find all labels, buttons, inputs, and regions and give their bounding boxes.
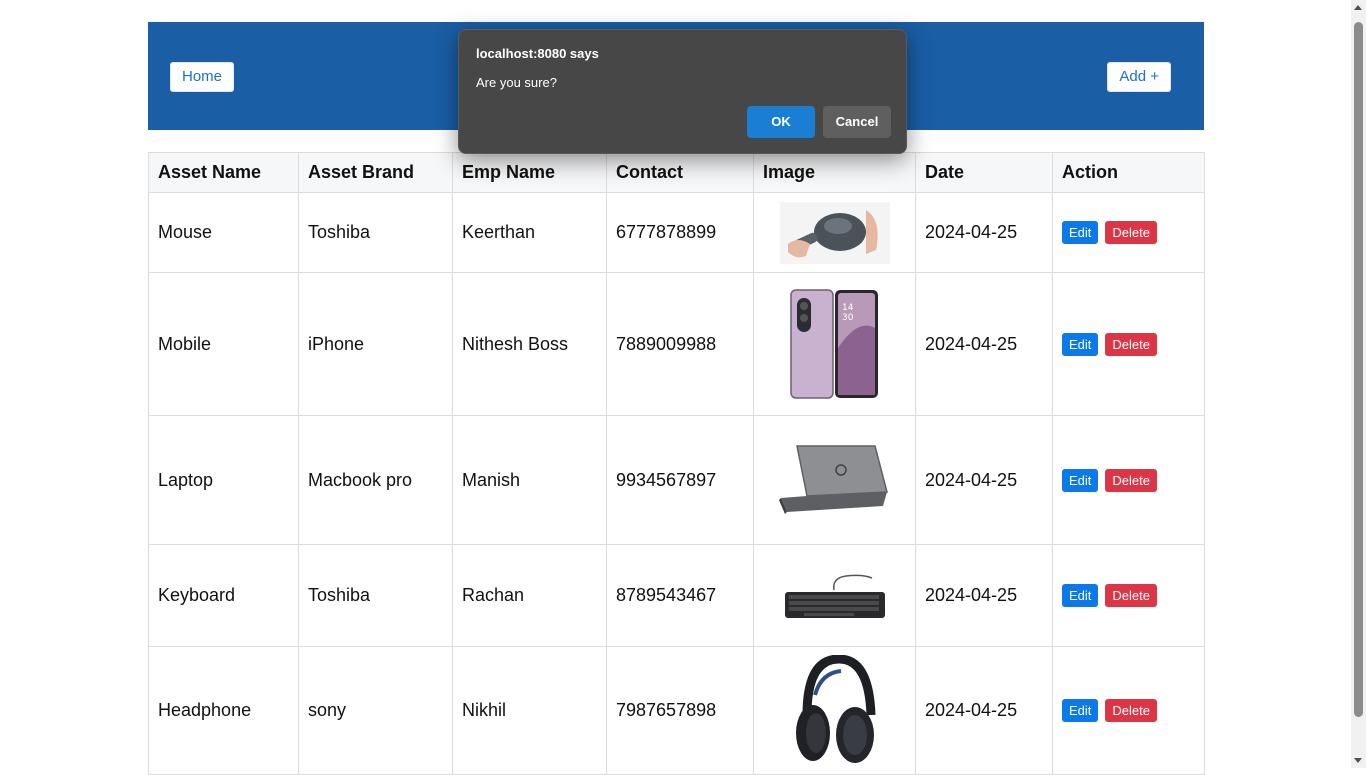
edit-button[interactable]: Edit [1062,221,1099,244]
home-button[interactable]: Home [170,62,235,92]
contact-cell: 7987657898 [606,646,754,775]
column-header: Asset Name [148,152,299,193]
laptop-photo-icon [778,445,888,514]
column-header: Contact [606,152,754,193]
date-cell: 2024-04-25 [915,192,1053,273]
emp-name-cell: Nikhil [452,646,607,775]
contact-cell: 8789543467 [606,544,754,647]
delete-button[interactable]: Delete [1105,699,1157,722]
vertical-scrollbar[interactable] [1351,0,1366,768]
image-cell: 14 30 [753,272,916,416]
image-cell [753,646,916,775]
column-header: Asset Brand [298,152,453,193]
asset-brand-cell: Toshiba [298,544,453,647]
dialog-message: Are you sure? [476,75,557,90]
keyboard-photo-icon [784,574,885,618]
dialog-title: localhost:8080 says [476,46,599,61]
svg-text:14: 14 [842,303,854,313]
emp-name-cell: Manish [452,415,607,545]
asset-name-cell: Headphone [148,646,299,775]
edit-button[interactable]: Edit [1062,699,1099,722]
edit-button[interactable]: Edit [1062,468,1099,492]
assets-table: Asset Name Asset Brand Emp Name Contact … [148,152,1205,775]
delete-button[interactable]: Delete [1105,468,1157,492]
asset-brand-cell: Toshiba [298,192,453,273]
cancel-button[interactable]: Cancel [823,106,891,138]
contact-cell: 9934567897 [606,415,754,545]
contact-cell: 6777878899 [606,192,754,273]
table-row: Laptop Macbook pro Manish 9934567897 202… [148,415,1205,545]
asset-name-cell: Mobile [148,272,299,416]
column-header: Emp Name [452,152,607,193]
image-cell [753,544,916,647]
ok-button[interactable]: OK [747,106,815,138]
asset-name-cell: Mouse [148,192,299,273]
add-button[interactable]: Add + [1107,62,1171,92]
scrollbar-thumb[interactable] [1354,22,1363,717]
column-header: Image [753,152,916,193]
headphone-photo-icon [795,654,875,763]
svg-text:30: 30 [842,313,854,323]
table-row: Keyboard Toshiba Rachan 8789543467 2024-… [148,544,1205,647]
column-header: Date [915,152,1053,193]
date-cell: 2024-04-25 [915,415,1053,545]
delete-button[interactable]: Delete [1105,584,1157,607]
emp-name-cell: Nithesh Boss [452,272,607,416]
phone-photo-icon: 14 30 [789,289,878,399]
asset-brand-cell: sony [298,646,453,775]
scroll-down-arrow-icon[interactable] [1354,758,1362,763]
edit-button[interactable]: Edit [1062,332,1099,356]
emp-name-cell: Keerthan [452,192,607,273]
action-cell: Edit Delete [1052,415,1205,545]
image-cell [753,192,916,273]
date-cell: 2024-04-25 [915,544,1053,647]
asset-brand-cell: Macbook pro [298,415,453,545]
action-cell: Edit Delete [1052,646,1205,775]
mouse-photo-icon [779,201,890,264]
asset-name-cell: Laptop [148,415,299,545]
image-cell [753,415,916,545]
action-cell: Edit Delete [1052,192,1205,273]
delete-button[interactable]: Delete [1105,221,1157,244]
action-cell: Edit Delete [1052,544,1205,647]
scroll-up-arrow-icon[interactable] [1354,5,1362,10]
confirm-dialog: localhost:8080 says Are you sure? OK Can… [458,29,907,154]
asset-brand-cell: iPhone [298,272,453,416]
table-header-row: Asset Name Asset Brand Emp Name Contact … [148,152,1205,193]
asset-name-cell: Keyboard [148,544,299,647]
contact-cell: 7889009988 [606,272,754,416]
action-cell: Edit Delete [1052,272,1205,416]
table-row: Mobile iPhone Nithesh Boss 7889009988 14 [148,272,1205,416]
date-cell: 2024-04-25 [915,272,1053,416]
delete-button[interactable]: Delete [1105,332,1157,356]
date-cell: 2024-04-25 [915,646,1053,775]
column-header: Action [1052,152,1205,193]
emp-name-cell: Rachan [452,544,607,647]
table-row: Mouse Toshiba Keerthan 6777878899 2024-0… [148,192,1205,273]
table-row: Headphone sony Nikhil 7987657898 2024-04… [148,646,1205,775]
edit-button[interactable]: Edit [1062,584,1099,607]
